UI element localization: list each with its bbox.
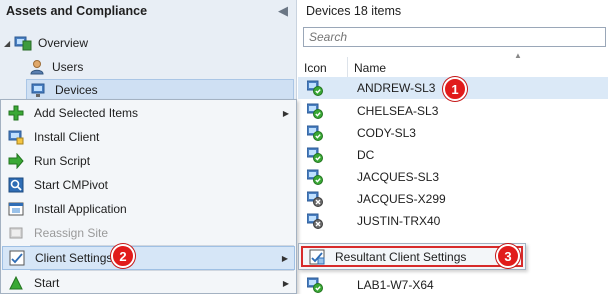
menu-item-label: Resultant Client Settings	[335, 249, 467, 264]
cmpivot-icon	[8, 177, 24, 193]
tree-label: Devices	[55, 83, 98, 97]
sort-ascending-icon: ▲	[514, 50, 522, 60]
device-error-icon	[298, 191, 348, 207]
tree-label: Overview	[38, 36, 89, 50]
device-name: ANDREW-SL3	[357, 81, 436, 95]
step-callout-3: 3	[496, 244, 520, 268]
grid-header: Icon Name ▲	[298, 51, 608, 79]
client-settings-submenu: Resultant Client Settings	[298, 243, 526, 270]
menu-item-label: Add Selected Items	[34, 106, 139, 120]
menu-item-install-application[interactable]: Install Application	[2, 197, 295, 221]
start-icon	[8, 275, 24, 291]
nav-title-text: Assets and Compliance	[6, 4, 148, 18]
nav-pane-title: Assets and Compliance	[0, 0, 297, 24]
table-row[interactable]: JACQUES-X299	[298, 188, 608, 210]
tree-item-devices[interactable]: Devices	[26, 79, 294, 101]
menu-item-start[interactable]: Start ▶	[2, 271, 295, 294]
menu-item-reassign-site: Reassign Site	[2, 221, 295, 245]
device-ok-icon	[298, 103, 348, 119]
submenu-arrow-icon: ▶	[282, 278, 289, 288]
device-ok-icon	[298, 147, 348, 163]
menu-item-install-client[interactable]: Install Client	[2, 125, 295, 149]
device-ok-icon	[298, 169, 348, 185]
table-row[interactable]: CHELSEA-SL3	[298, 100, 608, 122]
menu-item-label: Install Client	[34, 130, 100, 144]
table-row[interactable]: LAB1-W7-X64	[298, 274, 608, 294]
column-header-name-label: Name	[354, 60, 387, 75]
devices-icon	[31, 82, 49, 98]
reassign-site-icon	[8, 225, 24, 241]
resultant-settings-icon	[309, 249, 325, 265]
overview-icon	[14, 35, 32, 51]
device-name: LAB1-W7-X64	[357, 278, 434, 292]
device-ok-icon	[298, 80, 348, 96]
submenu-arrow-icon: ▶	[281, 253, 288, 263]
run-script-icon	[8, 153, 24, 169]
install-application-icon	[8, 201, 24, 217]
install-client-icon	[8, 129, 24, 145]
menu-item-label: Client Settings	[35, 251, 113, 265]
menu-item-resultant-client-settings[interactable]: Resultant Client Settings	[301, 246, 523, 267]
content-title: Devices 18 items	[298, 0, 608, 24]
table-row[interactable]: JACQUES-SL3	[298, 166, 608, 188]
device-name: JACQUES-X299	[357, 192, 446, 206]
menu-item-add-selected-items[interactable]: Add Selected Items ▶	[2, 101, 295, 125]
tree-item-users[interactable]: Users	[28, 56, 83, 78]
menu-item-label: Run Script	[34, 154, 91, 168]
table-row[interactable]: DC	[298, 144, 608, 166]
tree-label: Users	[52, 60, 84, 74]
table-row[interactable]: CODY-SL3	[298, 122, 608, 144]
device-name: JACQUES-SL3	[357, 170, 440, 184]
add-icon	[8, 105, 24, 121]
column-header-name[interactable]: Name ▲	[348, 51, 608, 79]
search-box[interactable]	[303, 27, 606, 47]
device-name: CODY-SL3	[357, 126, 416, 140]
user-icon	[28, 59, 46, 75]
step-callout-1: 1	[443, 77, 467, 101]
menu-item-start-cmpivot[interactable]: Start CMPivot	[2, 173, 295, 197]
menu-item-label: Reassign Site	[34, 226, 109, 240]
device-name: JUSTIN-TRX40	[357, 214, 441, 228]
menu-item-run-script[interactable]: Run Script	[2, 149, 295, 173]
device-ok-icon	[298, 277, 348, 293]
tree-item-overview[interactable]: ◢ Overview	[4, 32, 88, 54]
step-callout-2: 2	[111, 244, 135, 268]
client-settings-icon	[9, 250, 25, 266]
device-name: CHELSEA-SL3	[357, 104, 439, 118]
device-error-icon	[298, 213, 348, 229]
menu-item-label: Install Application	[34, 202, 127, 216]
column-header-icon[interactable]: Icon	[298, 56, 348, 79]
search-input[interactable]	[309, 30, 600, 44]
menu-item-client-settings[interactable]: Client Settings ▶	[2, 246, 295, 270]
submenu-arrow-icon: ▶	[282, 108, 289, 118]
tree-expand-icon[interactable]: ◢	[4, 39, 14, 48]
device-name: DC	[357, 148, 375, 162]
device-ok-icon	[298, 125, 348, 141]
menu-item-label: Start	[34, 276, 60, 290]
context-menu: Add Selected Items ▶ Install Client Run …	[0, 99, 297, 294]
menu-item-label: Start CMPivot	[34, 178, 109, 192]
table-row[interactable]: JUSTIN-TRX40	[298, 210, 608, 232]
collapse-pane-icon[interactable]: ◀	[278, 3, 288, 19]
